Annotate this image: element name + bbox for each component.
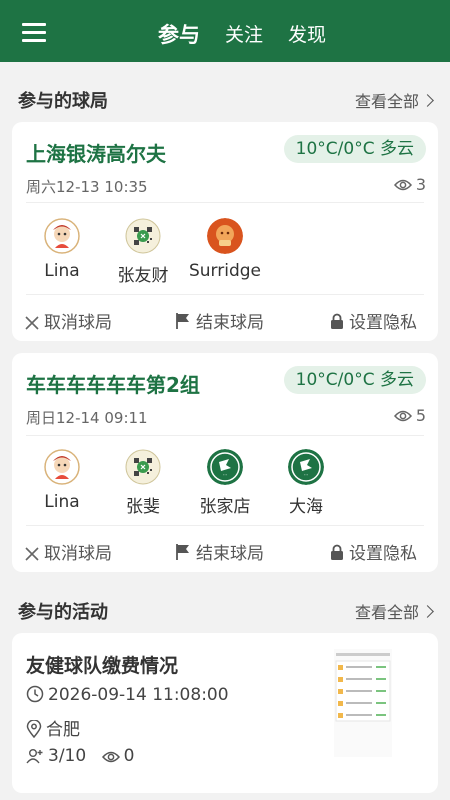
activity-card[interactable]: 友健球队缴费情况 2026-09-14 11:08:00 合肥 3/10 0 [12, 633, 438, 793]
end-label: 结束球局 [196, 313, 264, 333]
activity-thumbnail [334, 649, 392, 785]
tab-participate[interactable]: 参与 [158, 19, 200, 49]
avatar: ··· [207, 449, 243, 485]
cancel-label: 取消球局 [44, 544, 112, 564]
cancel-game-button[interactable]: 取消球局 [25, 308, 112, 333]
player[interactable]: Lina [22, 218, 102, 281]
game-card[interactable]: 上海银涛高尔夫 10°C/0°C 多云 周六12-13 10:35 3 Lina… [12, 122, 438, 341]
activities-section-header: 参与的活动 查看全部 [18, 598, 434, 623]
player[interactable]: 张友财 [103, 218, 183, 286]
player[interactable]: ··· 张家店 [185, 449, 265, 517]
player[interactable]: Lina [22, 449, 102, 512]
player-name: 张友财 [117, 266, 169, 286]
end-game-button[interactable]: 结束球局 [175, 308, 264, 333]
flag-icon [176, 313, 189, 329]
avatar [207, 218, 243, 254]
avatar [44, 449, 80, 485]
activity-location: 合肥 [26, 715, 80, 740]
avatar [44, 218, 80, 254]
activity-datetime-value: 2026-09-14 11:08:00 [48, 685, 229, 705]
chevron-right-icon [421, 94, 434, 107]
divider [26, 435, 424, 436]
privacy-label: 设置隐私 [349, 313, 417, 333]
player-name: 张家店 [199, 497, 251, 517]
close-icon [25, 316, 39, 330]
see-all-label: 查看全部 [354, 92, 419, 111]
divider [26, 525, 424, 526]
activity-title: 友健球队缴费情况 [26, 655, 179, 677]
games-section-header: 参与的球局 查看全部 [18, 87, 434, 112]
view-count-value: 3 [415, 175, 426, 194]
cancel-game-button[interactable]: 取消球局 [25, 539, 112, 564]
lock-icon [331, 544, 343, 560]
game-datetime: 周日12-14 09:11 [26, 409, 148, 427]
chevron-right-icon [421, 605, 434, 618]
game-card[interactable]: 车车车车车车第2组 10°C/0°C 多云 周日12-14 09:11 5 Li… [12, 353, 438, 572]
avatar: ··· [288, 449, 324, 485]
see-all-activities-link[interactable]: 查看全部 [354, 599, 434, 623]
location-pin-icon [26, 719, 42, 739]
see-all-games-link[interactable]: 查看全部 [354, 88, 434, 112]
activity-stats: 3/10 0 [26, 746, 134, 766]
view-count: 5 [393, 406, 426, 425]
player[interactable]: Surridge [185, 218, 265, 281]
eye-icon [393, 410, 412, 422]
flag-icon [176, 544, 189, 560]
player[interactable]: 张斐 [103, 449, 183, 517]
see-all-label: 查看全部 [354, 603, 419, 622]
privacy-label: 设置隐私 [349, 544, 417, 564]
add-user-icon [26, 749, 43, 764]
lock-icon [331, 313, 343, 329]
player[interactable]: ··· 大海 [266, 449, 346, 517]
tab-discover[interactable]: 发现 [288, 20, 326, 47]
nav-tabs: 参与 关注 发现 [0, 0, 450, 62]
end-game-button[interactable]: 结束球局 [175, 539, 264, 564]
player-name: Lina [44, 261, 80, 281]
end-label: 结束球局 [196, 544, 264, 564]
view-count: 3 [393, 175, 426, 194]
top-nav-bar: 参与 关注 发现 [0, 0, 450, 62]
privacy-settings-button[interactable]: 设置隐私 [330, 308, 417, 333]
weather-badge: 10°C/0°C 多云 [283, 366, 426, 394]
divider [26, 202, 424, 203]
avatar [125, 449, 161, 485]
player-name: 大海 [289, 497, 323, 517]
privacy-settings-button[interactable]: 设置隐私 [330, 539, 417, 564]
divider [26, 294, 424, 295]
activity-views: 0 [123, 746, 135, 766]
game-datetime: 周六12-13 10:35 [26, 178, 148, 196]
weather-badge: 10°C/0°C 多云 [283, 135, 426, 163]
game-title: 车车车车车车第2组 [26, 373, 200, 397]
svg-text:···: ··· [223, 473, 228, 479]
player-name: Surridge [188, 261, 261, 281]
player-name: Lina [44, 492, 80, 512]
section-title: 参与的球局 [18, 91, 108, 112]
clock-icon [26, 685, 44, 703]
svg-text:···: ··· [304, 473, 309, 479]
view-count-value: 5 [415, 406, 426, 425]
cancel-label: 取消球局 [44, 313, 112, 333]
section-title: 参与的活动 [18, 602, 108, 623]
activity-datetime: 2026-09-14 11:08:00 [26, 685, 229, 705]
close-icon [25, 547, 39, 561]
eye-icon [393, 179, 412, 191]
game-title: 上海银涛高尔夫 [26, 142, 166, 166]
activity-location-value: 合肥 [46, 720, 80, 740]
tab-follow[interactable]: 关注 [225, 20, 263, 47]
eye-icon [101, 751, 120, 763]
avatar [125, 218, 161, 254]
player-name: 张斐 [126, 497, 160, 517]
activity-members: 3/10 [48, 746, 87, 766]
